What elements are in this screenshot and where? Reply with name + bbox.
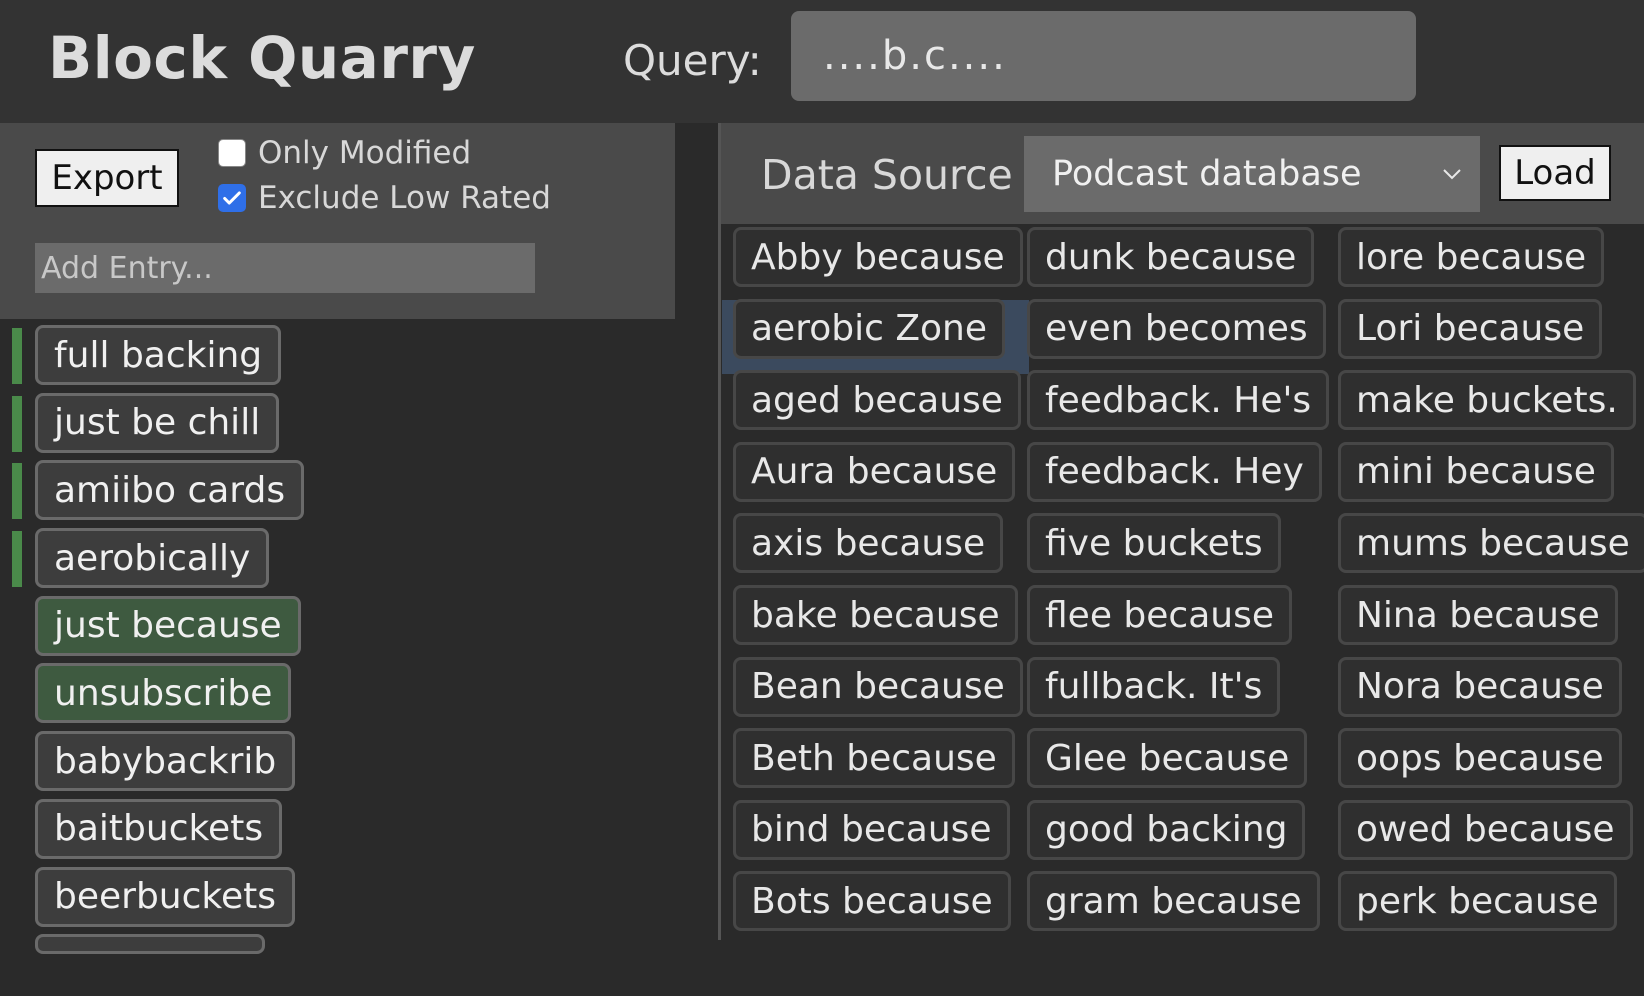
result-chip[interactable]: Bots because <box>733 871 1011 932</box>
result-chip[interactable]: Aura because <box>733 441 1016 502</box>
results-panel: Data Source Podcast database Load Abby b… <box>721 123 1644 940</box>
result-chip[interactable]: gram because <box>1027 871 1320 932</box>
entry-chip[interactable]: full backing <box>35 325 282 385</box>
result-chip[interactable]: Nora because <box>1338 656 1622 717</box>
result-chip[interactable]: five buckets <box>1027 513 1281 574</box>
results-grid: Abby because aerobic Zone aged because Aura… <box>721 224 1644 940</box>
entry-row: just be chill <box>0 387 675 455</box>
entry-chip[interactable]: just be chill <box>35 392 280 453</box>
result-chip[interactable]: Beth because <box>733 728 1015 789</box>
entry-chip[interactable]: baitbuckets <box>35 798 283 859</box>
result-chip[interactable]: bind because <box>733 799 1010 860</box>
result-chip[interactable]: feedback. Hey <box>1027 441 1322 502</box>
exclude-low-rated-label: Exclude Low Rated <box>258 180 551 216</box>
entry-chip[interactable]: aerobically <box>35 528 270 589</box>
exclude-low-rated-checkbox[interactable] <box>218 184 246 212</box>
result-chip[interactable]: axis because <box>733 513 1004 574</box>
result-chip[interactable]: Bean because <box>733 656 1023 717</box>
entry-list: full backing just be chill amiibo cards aer… <box>0 319 675 996</box>
only-modified-toggle[interactable]: Only Modified <box>218 135 471 171</box>
modified-marker <box>12 531 22 588</box>
data-source-select[interactable]: Podcast database <box>1024 136 1480 212</box>
data-source-value: Podcast database <box>1052 154 1362 194</box>
entry-row: baitbuckets <box>0 793 675 861</box>
modified-marker <box>12 463 22 520</box>
result-chip[interactable]: aged because <box>733 370 1021 431</box>
result-chip[interactable]: dunk because <box>1027 227 1315 287</box>
app-title: Block Quarry <box>48 24 476 92</box>
top-bar: Block Quarry Query: <box>0 0 1644 123</box>
entry-chip[interactable]: babybackrib <box>35 731 296 792</box>
result-chip[interactable]: owed because <box>1338 799 1633 860</box>
load-button[interactable]: Load <box>1499 145 1611 201</box>
data-source-bar: Data Source Podcast database Load <box>721 123 1644 224</box>
entries-controls: Export Only Modified Exclude Low Rated <box>0 123 675 319</box>
result-chip[interactable]: feedback. He's <box>1027 370 1330 431</box>
modified-marker <box>12 328 22 384</box>
result-chip[interactable]: Nina because <box>1338 585 1618 645</box>
result-chip[interactable]: mums because <box>1338 513 1644 574</box>
data-source-label: Data Source <box>761 151 1013 199</box>
entry-row: full backing <box>0 319 675 387</box>
export-button[interactable]: Export <box>35 149 179 207</box>
chevron-down-icon <box>1443 169 1461 180</box>
result-chip[interactable]: lore because <box>1338 227 1605 287</box>
entry-row: babybackrib <box>0 725 675 793</box>
result-chip[interactable]: aerobic Zone <box>733 298 1005 359</box>
entry-row: just because <box>0 590 675 658</box>
entry-chip[interactable]: unsubscribe <box>35 663 292 724</box>
result-chip[interactable]: make buckets. <box>1338 370 1636 431</box>
result-chip[interactable]: Lori because <box>1338 298 1603 359</box>
result-chip[interactable]: oops because <box>1338 728 1622 789</box>
modified-marker <box>12 395 22 452</box>
result-chip[interactable]: flee because <box>1027 585 1292 645</box>
entry-row: beerbuckets <box>0 861 675 929</box>
only-modified-checkbox[interactable] <box>218 139 246 167</box>
entry-chip[interactable]: beerbuckets <box>35 866 295 927</box>
result-chip[interactable]: bake because <box>733 585 1018 645</box>
result-chip[interactable]: Glee because <box>1027 728 1308 789</box>
entries-panel: Export Only Modified Exclude Low Rated f… <box>0 123 675 955</box>
result-chip[interactable]: good backing <box>1027 799 1306 860</box>
result-chip[interactable]: even becomes <box>1027 298 1326 359</box>
query-label: Query: <box>623 36 762 85</box>
entry-row: amiibo cards <box>0 454 675 522</box>
query-input[interactable] <box>791 11 1416 101</box>
checkmark-icon <box>223 191 241 205</box>
add-entry-input[interactable] <box>35 243 535 293</box>
entry-chip[interactable]: just because <box>35 595 301 656</box>
result-chip[interactable]: fullback. It's <box>1027 656 1281 717</box>
result-chip[interactable]: Abby because <box>733 227 1023 287</box>
entry-row: aerobically <box>0 522 675 590</box>
result-chip[interactable]: mini because <box>1338 441 1614 502</box>
entry-chip[interactable]: amiibo cards <box>35 460 305 521</box>
entry-row: unsubscribe <box>0 657 675 725</box>
only-modified-label: Only Modified <box>258 135 472 171</box>
entry-row <box>0 928 675 996</box>
entry-chip[interactable] <box>35 934 265 955</box>
exclude-low-rated-toggle[interactable]: Exclude Low Rated <box>218 180 551 216</box>
result-chip[interactable]: perk because <box>1338 871 1617 932</box>
